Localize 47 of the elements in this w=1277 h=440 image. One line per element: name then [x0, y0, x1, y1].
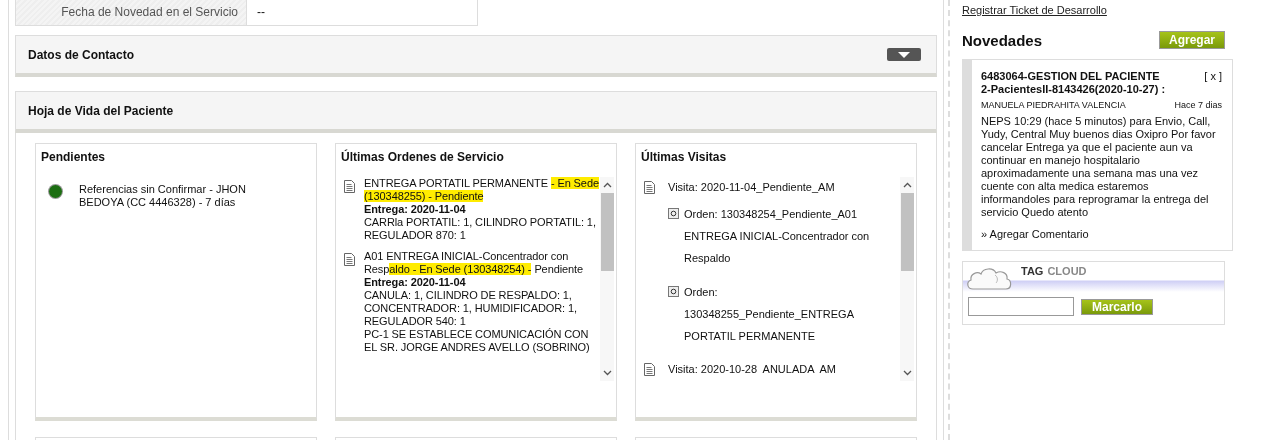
- section-header[interactable]: Hoja de Vida del Paciente: [15, 91, 937, 133]
- field-label: Fecha de Novedad en el Servicio: [16, 0, 247, 25]
- delivery-date: Entrega: 2020-11-04: [364, 203, 467, 216]
- pending-item[interactable]: Referencias sin Confirmar - JHON BEDOYA (CC 4446328) - 7 días: [79, 183, 284, 209]
- order-details: CARRla PORTATIL: 1, CILINDRO PORTATIL: 1, REGULADOR 870: 1: [364, 216, 597, 242]
- order-icon: [668, 208, 679, 219]
- visit-item[interactable]: Visita: 2020-10-28 ANULADA AM: [668, 359, 858, 379]
- document-icon: [344, 253, 355, 266]
- scrollbar-track[interactable]: [600, 177, 614, 381]
- news-heading: Novedades: [962, 31, 1043, 49]
- order-icon: [668, 286, 679, 297]
- news-time: Hace 7 dias: [1174, 100, 1222, 110]
- document-icon: [644, 363, 655, 376]
- order-details: CANULA: 1, CILINDRO DE RESPALDO: 1, CONCENTRADOR: 1, HUMIDIFICADOR: 1, REGULADOR 540: 1: [364, 289, 578, 328]
- scroll-down-icon: [602, 370, 612, 376]
- caret-down-icon: [898, 51, 910, 58]
- document-icon: [344, 180, 355, 193]
- section-title: Hoja de Vida del Paciente: [28, 103, 174, 118]
- delivery-date: Entrega: 2020-11-04: [364, 276, 467, 289]
- visit-order[interactable]: Orden: 130348255_Pendiente_ENTREGA PORTATIL PERMANENTE: [684, 281, 874, 347]
- ticket-link[interactable]: Registrar Ticket de Desarrollo: [962, 4, 1226, 16]
- card-title: Últimas Ordenes de Servicio: [340, 148, 505, 166]
- scrollbar-thumb[interactable]: [900, 193, 914, 271]
- card-title: Últimas Visitas: [640, 148, 728, 166]
- order-title[interactable]: ENTREGA PORTATIL PERMANENTE - En Sede (130348255) - Pendiente: [364, 177, 600, 203]
- field-value: --: [256, 4, 265, 21]
- scroll-down-icon: [902, 370, 912, 376]
- comment-link[interactable]: » Agregar Comentario: [981, 228, 1232, 240]
- section-title: Datos de Contacto: [28, 47, 134, 62]
- card-title: Pendientes: [40, 149, 107, 166]
- visit-order[interactable]: Orden: 130348254_Pendiente_A01 ENTREGA INICIAL-Concentrador con Respaldo: [684, 203, 874, 269]
- scroll-up-icon: [902, 182, 912, 188]
- scroll-up-icon: [602, 182, 612, 188]
- section-header[interactable]: Datos de Contacto: [15, 35, 937, 77]
- scrollbar-thumb[interactable]: [600, 193, 614, 271]
- tag-input[interactable]: [968, 297, 1074, 316]
- news-author: MANUELA PIEDRAHITA VALENCIA: [981, 100, 1126, 110]
- expand-button[interactable]: [887, 48, 921, 61]
- scrollbar-track[interactable]: [900, 177, 914, 381]
- news-title: 6483064-GESTION DEL PACIENTE 2-PacientesII-8143426(2020-10-27) :: [981, 70, 1166, 96]
- order-details: PC-1 SE ESTABLECE COMUNICACIÓN CON EL SR. JORGE ANDRES AVELLO (SOBRINO): [364, 328, 591, 354]
- document-icon: [644, 181, 655, 194]
- cloud-title: CLOUD: [1047, 265, 1087, 277]
- close-link[interactable]: [ x ]: [1204, 70, 1222, 96]
- tag-title: TAG: [1021, 265, 1044, 277]
- visit-item[interactable]: Visita: 2020-11-04_Pendiente_AM: [668, 177, 858, 197]
- news-body: NEPS 10:29 (hace 5 minutos) para Envio, Call, Yudy, Central Muy buenos dias Oxipro Por favor cancelar Entrega ya que el paciente aun va continuar en manejo hospitalario aproximadamente una semana mas una vez cuente con alta medica estaremos informandoles para reprogramar la entrega del servicio Quedo atento: [981, 115, 1216, 219]
